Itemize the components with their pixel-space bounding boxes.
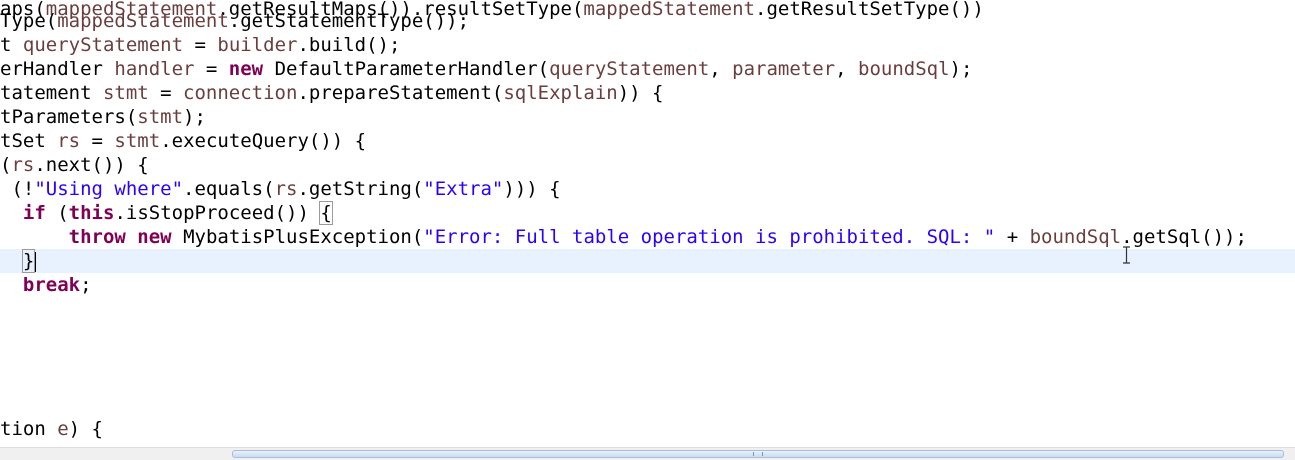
code-line[interactable]: tatement stmt = connection.prepareStatem… bbox=[0, 81, 664, 105]
code-token: erHandler bbox=[0, 58, 115, 80]
code-line[interactable]: erHandler handler = new DefaultParameter… bbox=[0, 57, 972, 81]
string-token: "Extra" bbox=[423, 178, 504, 200]
code-token: = bbox=[194, 58, 229, 80]
code-token: tion bbox=[0, 418, 58, 440]
current-code-line[interactable]: } bbox=[0, 249, 1295, 273]
code-line[interactable]: (rs.next()) { bbox=[0, 153, 149, 177]
variable-token: rs bbox=[11, 154, 35, 176]
code-token: MybatisPlusException( bbox=[171, 226, 424, 248]
code-line[interactable]: tParameters(stmt); bbox=[0, 105, 206, 129]
code-token: .executeQuery()) { bbox=[160, 130, 367, 152]
code-token: .build(); bbox=[297, 34, 401, 56]
code-line[interactable]: if (this.isStopProceed()) { bbox=[0, 201, 333, 225]
variable-token: connection bbox=[183, 82, 298, 104]
code-line[interactable]: break; bbox=[0, 273, 92, 297]
code-token: tatement bbox=[0, 82, 103, 104]
variable-token: boundSql bbox=[1029, 226, 1122, 248]
code-token: ; bbox=[80, 274, 92, 296]
code-token: tParameters( bbox=[0, 106, 138, 128]
code-editor[interactable]: aps(mappedStatement.getResultMaps()).res… bbox=[0, 0, 1295, 447]
variable-token: boundSql bbox=[858, 58, 950, 80]
code-line[interactable]: tSet rs = stmt.executeQuery()) { bbox=[0, 129, 366, 153]
scrollbar-thumb[interactable] bbox=[232, 450, 1284, 458]
code-token: Type( bbox=[0, 10, 58, 32]
code-token: (! bbox=[0, 178, 35, 200]
string-token: "Error: Full table operation is prohibit… bbox=[423, 226, 996, 248]
code-token: ) { bbox=[68, 418, 103, 440]
matched-bracket: { bbox=[319, 201, 333, 225]
variable-token: queryStatement bbox=[22, 34, 184, 56]
code-token: ( bbox=[0, 154, 12, 176]
variable-token: stmt bbox=[137, 106, 184, 128]
variable-token: rs bbox=[274, 178, 298, 200]
code-token: , bbox=[709, 58, 733, 80]
code-token: , bbox=[835, 58, 858, 80]
variable-token: handler bbox=[114, 58, 195, 80]
variable-token: mappedStatement bbox=[57, 10, 229, 32]
text-cursor-icon bbox=[1123, 246, 1130, 264]
code-token: .prepareStatement( bbox=[297, 82, 504, 104]
code-token: DefaultParameterHandler( bbox=[263, 58, 550, 80]
code-token: .getString( bbox=[297, 178, 424, 200]
code-line[interactable]: (!"Using where".equals(rs.getString("Ext… bbox=[0, 177, 561, 201]
keyword-token: this bbox=[68, 202, 115, 224]
variable-token: rs bbox=[57, 130, 81, 152]
code-line[interactable]: t queryStatement = builder.build(); bbox=[0, 33, 400, 57]
keyword-token: new bbox=[137, 226, 172, 248]
code-token: ); bbox=[949, 58, 973, 80]
text-caret bbox=[35, 251, 37, 272]
code-token: .isStopProceed()) bbox=[114, 202, 321, 224]
code-token: t bbox=[0, 34, 23, 56]
code-line[interactable]: throw new MybatisPlusException("Error: F… bbox=[0, 225, 1247, 249]
string-token: "Using where" bbox=[34, 178, 184, 200]
keyword-token: throw bbox=[68, 226, 126, 248]
variable-token: builder bbox=[217, 34, 298, 56]
code-token: ))) { bbox=[503, 178, 561, 200]
code-token: tSet bbox=[0, 130, 58, 152]
code-token: .next()) { bbox=[34, 154, 149, 176]
code-token: = bbox=[80, 130, 115, 152]
variable-token: mappedStatement bbox=[583, 0, 755, 20]
variable-token: sqlExplain bbox=[503, 82, 618, 104]
keyword-token: new bbox=[228, 58, 264, 80]
code-token: ); bbox=[183, 106, 206, 128]
code-token: = bbox=[148, 82, 184, 104]
horizontal-scrollbar[interactable] bbox=[0, 447, 1295, 460]
code-token: )) { bbox=[617, 82, 664, 104]
keyword-token: if bbox=[22, 202, 46, 224]
code-token: = bbox=[183, 34, 218, 56]
variable-token: stmt bbox=[114, 130, 161, 152]
code-token: .getSql()); bbox=[1121, 226, 1247, 248]
code-token: .equals( bbox=[183, 178, 275, 200]
matched-bracket: } bbox=[21, 249, 36, 273]
code-line[interactable]: Type(mappedStatement.getStatementType())… bbox=[0, 9, 469, 33]
variable-token: e bbox=[57, 418, 69, 440]
variable-token: parameter bbox=[732, 58, 836, 80]
variable-token: stmt bbox=[102, 82, 149, 104]
scrollbar-grip-icon bbox=[753, 452, 763, 456]
code-token: .getStatementType()); bbox=[228, 10, 470, 32]
code-line[interactable]: tion e) { bbox=[0, 417, 103, 441]
code-token: ( bbox=[45, 202, 69, 224]
code-token: .getResultSetType()) bbox=[755, 0, 984, 20]
code-token: + bbox=[995, 226, 1030, 248]
keyword-token: break bbox=[22, 274, 81, 296]
variable-token: queryStatement bbox=[549, 58, 710, 80]
